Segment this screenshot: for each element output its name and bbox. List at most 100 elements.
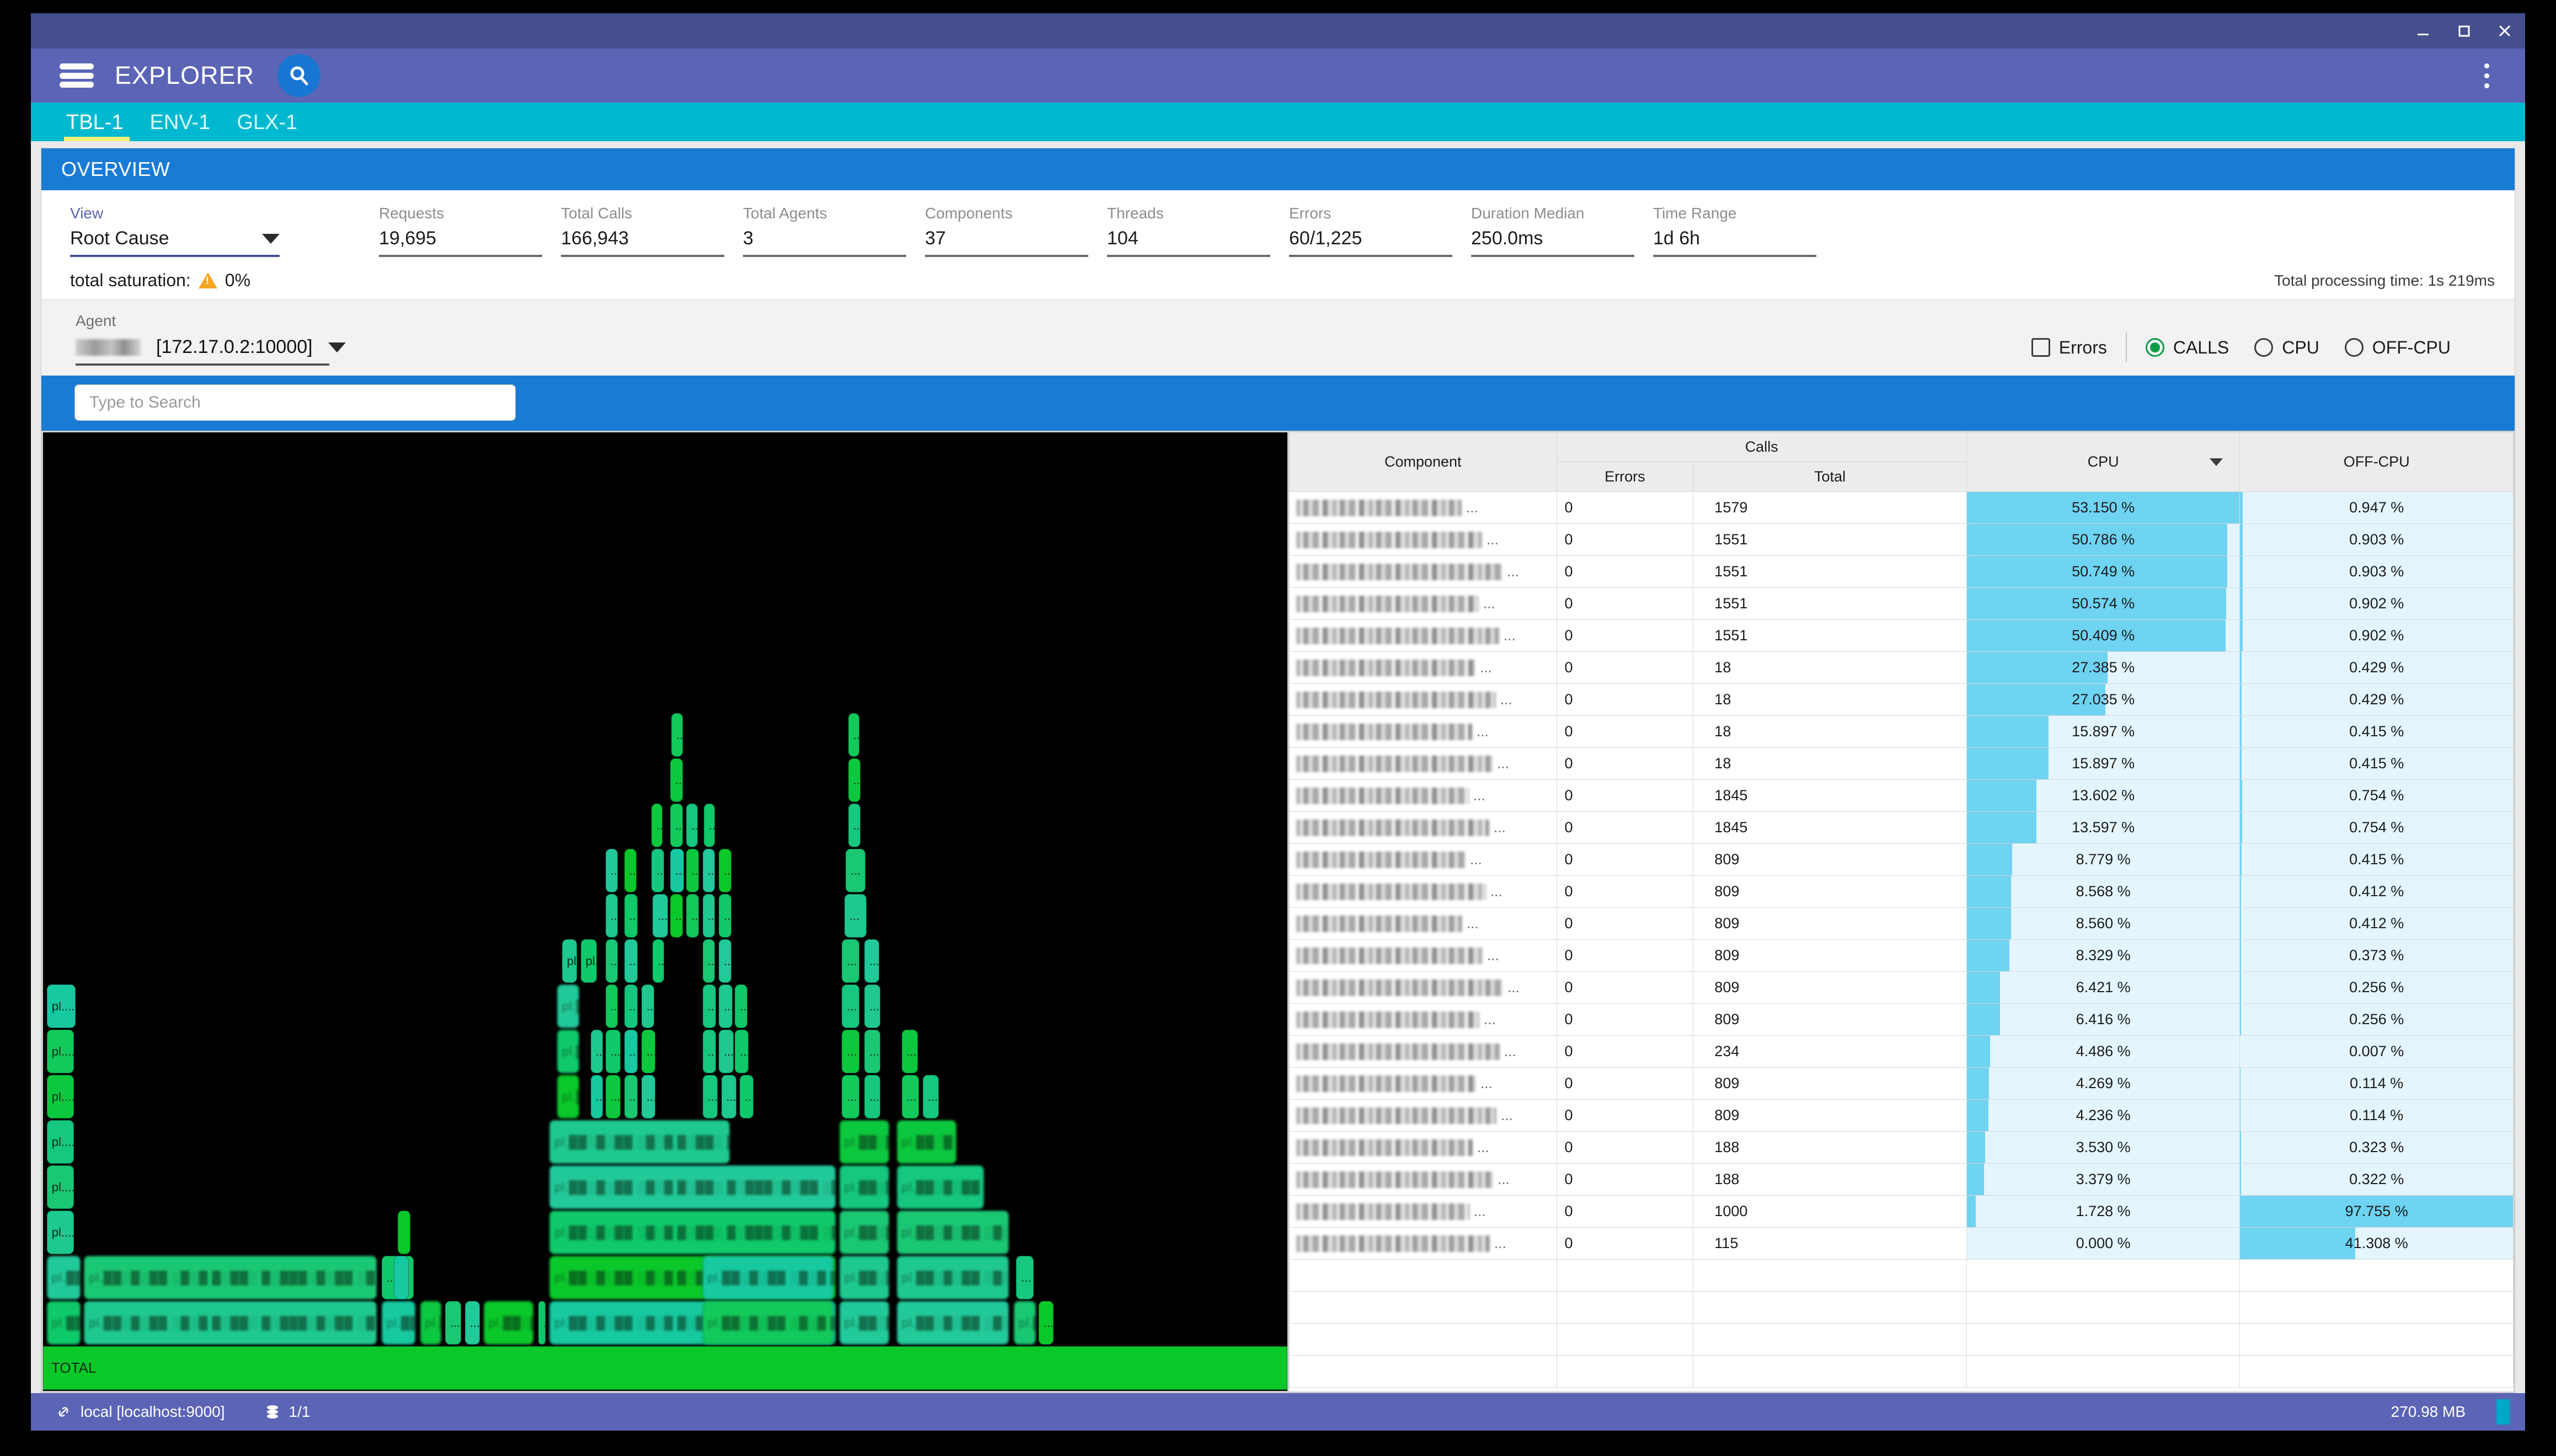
agent-selector[interactable]: Agent [172.17.0.2:10000]	[76, 312, 346, 366]
flame-node[interactable]: ...	[670, 804, 683, 847]
flame-node[interactable]: ...	[702, 1075, 718, 1118]
flame-node[interactable]: pl....	[46, 1075, 74, 1118]
flame-node[interactable]: ...	[641, 984, 654, 1028]
table-row[interactable]: ... 0 1579 53.150 % 0.947 %	[1289, 491, 2514, 524]
flame-node[interactable]: pl....	[46, 1030, 74, 1073]
sort-descending-icon[interactable]	[2210, 458, 2223, 466]
flame-node[interactable]: ...	[864, 984, 881, 1028]
flame-node[interactable]: ...	[590, 1075, 603, 1118]
flame-node[interactable]: pl.██░█░██ ░█░█ █░██░ █░███░█░██ ░█░█ █░…	[549, 1120, 730, 1164]
flame-node[interactable]: pl....	[46, 1165, 74, 1209]
table-row[interactable]: ... 0 18 15.897 % 0.415 %	[1289, 715, 2514, 748]
flame-node[interactable]: pl.██░█░██ ░█░█ █░██░ █░███░█░██ ░█░█ █░…	[896, 1165, 984, 1209]
flame-node[interactable]: ...	[848, 713, 859, 757]
flame-node[interactable]: ...	[624, 1030, 638, 1073]
flame-node[interactable]: ...	[842, 984, 859, 1028]
table-row[interactable]: ... 0 1551 50.749 % 0.903 %	[1289, 555, 2514, 588]
table-row[interactable]: ... 0 809 6.421 % 0.256 %	[1289, 971, 2514, 1004]
table-row[interactable]: ... 0 809 8.560 % 0.412 %	[1289, 907, 2514, 940]
table-row[interactable]: ... 0 809 8.329 % 0.373 %	[1289, 939, 2514, 972]
flame-node[interactable]: ...	[605, 849, 618, 892]
errors-checkbox[interactable]: Errors	[2031, 338, 2126, 358]
table-row[interactable]: ... 0 809 8.568 % 0.412 %	[1289, 875, 2514, 908]
flame-node[interactable]: ...	[624, 1075, 638, 1118]
flame-node[interactable]: ...	[624, 939, 638, 983]
flame-node[interactable]: ...	[848, 758, 861, 802]
th-component[interactable]: Component	[1289, 432, 1557, 492]
flame-node[interactable]: ...	[653, 939, 664, 983]
flame-node[interactable]: ...	[1016, 1256, 1034, 1299]
flame-node[interactable]: pl.██░█░██ ░█░█ █░██░ █░███░█░██ ░█░█ █░…	[839, 1211, 890, 1254]
view-selector[interactable]: View Root Cause	[70, 205, 379, 257]
table-row[interactable]: ... 0 234 4.486 % 0.007 %	[1289, 1035, 2514, 1068]
flame-node[interactable]: ...	[842, 1030, 859, 1073]
flame-node[interactable]: ...	[842, 1075, 859, 1118]
flame-node[interactable]: pl.██░█░██ ░█░█ █░██░ █░███░█░██ ░█░█ █░…	[84, 1256, 377, 1299]
flame-node[interactable]: pl.██░█░██ ░█░█ █░██░ █░███░█░██ ░█░█ █░…	[896, 1120, 956, 1164]
flame-node[interactable]: ...	[538, 1301, 546, 1345]
radio-icon[interactable]	[2254, 338, 2274, 357]
flame-node[interactable]	[394, 1256, 409, 1299]
flame-node[interactable]: pl....	[46, 1120, 74, 1164]
flame-node[interactable]: ...	[740, 1075, 754, 1118]
flame-node[interactable]: ...	[1038, 1301, 1054, 1345]
close-icon[interactable]	[2484, 13, 2525, 49]
table-row[interactable]: ... 0 1551 50.786 % 0.903 %	[1289, 523, 2514, 556]
flame-node[interactable]: ...	[719, 894, 731, 938]
database-status[interactable]: 1/1	[265, 1403, 310, 1421]
flame-node[interactable]: pl.██░█░██ ░█░█ █░██░ █░███░█░██ ░█░█ █░…	[557, 1030, 580, 1073]
flame-node[interactable]: ...	[670, 758, 683, 802]
flame-node[interactable]: pl.██░█░██ ░█░█ █░██░ █░███░█░██ ░█░█ █░…	[896, 1301, 1009, 1345]
table-row[interactable]: ... 0 18 27.385 % 0.429 %	[1289, 651, 2514, 684]
table-row[interactable]: ... 0 809 4.236 % 0.114 %	[1289, 1099, 2514, 1132]
flame-node[interactable]: ...	[605, 1030, 621, 1073]
flame-node[interactable]: ...	[670, 849, 684, 892]
flame-node[interactable]: ...	[651, 849, 664, 892]
search-input[interactable]: Type to Search	[74, 384, 516, 421]
radio-offcpu[interactable]: OFF-CPU	[2344, 338, 2451, 358]
hamburger-menu-icon[interactable]	[60, 60, 99, 91]
flame-node[interactable]: pl.██░█░██ ░█░█ █░██░ █░███░█░██ ░█░█ █░…	[381, 1301, 415, 1345]
flame-node[interactable]: ...	[702, 939, 715, 983]
flame-node[interactable]: pl.██░█░██ ░█░█ █░██░ █░███░█░██ ░█░█ █░…	[702, 1301, 833, 1345]
flame-node[interactable]: pl.██░█░██ ░█░█ █░██░ █░███░█░██ ░█░█ █░…	[557, 1075, 580, 1118]
radio-calls[interactable]: CALLS	[2145, 338, 2229, 358]
table-row[interactable]: ... 0 809 4.269 % 0.114 %	[1289, 1067, 2514, 1100]
flame-node[interactable]: ...	[721, 1075, 736, 1118]
flame-node[interactable]: ...	[735, 984, 747, 1028]
flame-node[interactable]: ...	[624, 849, 637, 892]
table-row[interactable]: ... 0 188 3.379 % 0.322 %	[1289, 1163, 2514, 1196]
tab-tbl-1[interactable]: TBL-1	[57, 111, 136, 141]
flame-node[interactable]: ...	[848, 804, 861, 847]
flame-graph[interactable]: TOTALpl.██░█░██ ░█░█ █░██░ █░███░█░██ ░█…	[41, 431, 1289, 1393]
table-row[interactable]: ... 0 188 3.530 % 0.323 %	[1289, 1131, 2514, 1164]
kebab-menu-icon[interactable]	[2470, 54, 2503, 97]
flame-node[interactable]: pl.██░█░██ ░█░█ █░██░ █░███░█░██ ░█░█ █░…	[839, 1165, 890, 1209]
flame-graph-canvas[interactable]: TOTALpl.██░█░██ ░█░█ █░██░ █░███░█░██ ░█…	[43, 432, 1287, 1391]
flame-node[interactable]: ...	[901, 1030, 918, 1073]
flame-node[interactable]: pl.██░█░██ ░█░█ █░██░ █░███░█░██ ░█░█ █░…	[46, 1256, 81, 1299]
flame-node[interactable]: ...	[605, 1075, 621, 1118]
table-row[interactable]: ... 0 1845 13.602 % 0.754 %	[1289, 779, 2514, 812]
flame-node[interactable]: pl.██░█░██ ░█░█ █░██░ █░███░█░██ ░█░█ █░…	[420, 1301, 441, 1345]
flame-node[interactable]: ...	[735, 1030, 749, 1073]
th-offcpu[interactable]: OFF-CPU	[2239, 432, 2514, 492]
flame-node[interactable]: pl....	[46, 1211, 74, 1254]
radio-icon-selected[interactable]	[2145, 338, 2164, 357]
flame-node[interactable]: ...	[703, 804, 715, 847]
flame-node[interactable]: pl.██░█░██ ░█░█ █░██░ █░███░█░██ ░█░█ █░…	[483, 1301, 533, 1345]
flame-node[interactable]: ...	[605, 894, 618, 938]
flame-node[interactable]: ...	[702, 1030, 716, 1073]
flame-node[interactable]: ...	[624, 894, 638, 938]
flame-node[interactable]: pl.██░█░██ ░█░█ █░██░ █░███░█░██ ░█░█ █░…	[896, 1256, 1009, 1299]
flame-node[interactable]: ...	[670, 894, 683, 938]
flame-node[interactable]: ...	[702, 894, 715, 938]
flame-node[interactable]: pl.██░█░██ ░█░█ █░██░ █░███░█░██ ░█░█ █░…	[557, 984, 580, 1028]
flame-node[interactable]: pl.██░█░██ ░█░█ █░██░ █░███░█░██ ░█░█ █░…	[84, 1301, 377, 1345]
chevron-down-icon[interactable]	[262, 233, 280, 244]
tab-env-1[interactable]: ENV-1	[136, 111, 223, 141]
table-row[interactable]: ... 0 18 15.897 % 0.415 %	[1289, 747, 2514, 780]
flame-node[interactable]: pl.██░█░██ ░█░█ █░██░ █░███░█░██ ░█░█ █░…	[839, 1256, 890, 1299]
th-cpu[interactable]: CPU	[1966, 432, 2240, 492]
flame-node[interactable]: ...	[719, 1030, 734, 1073]
